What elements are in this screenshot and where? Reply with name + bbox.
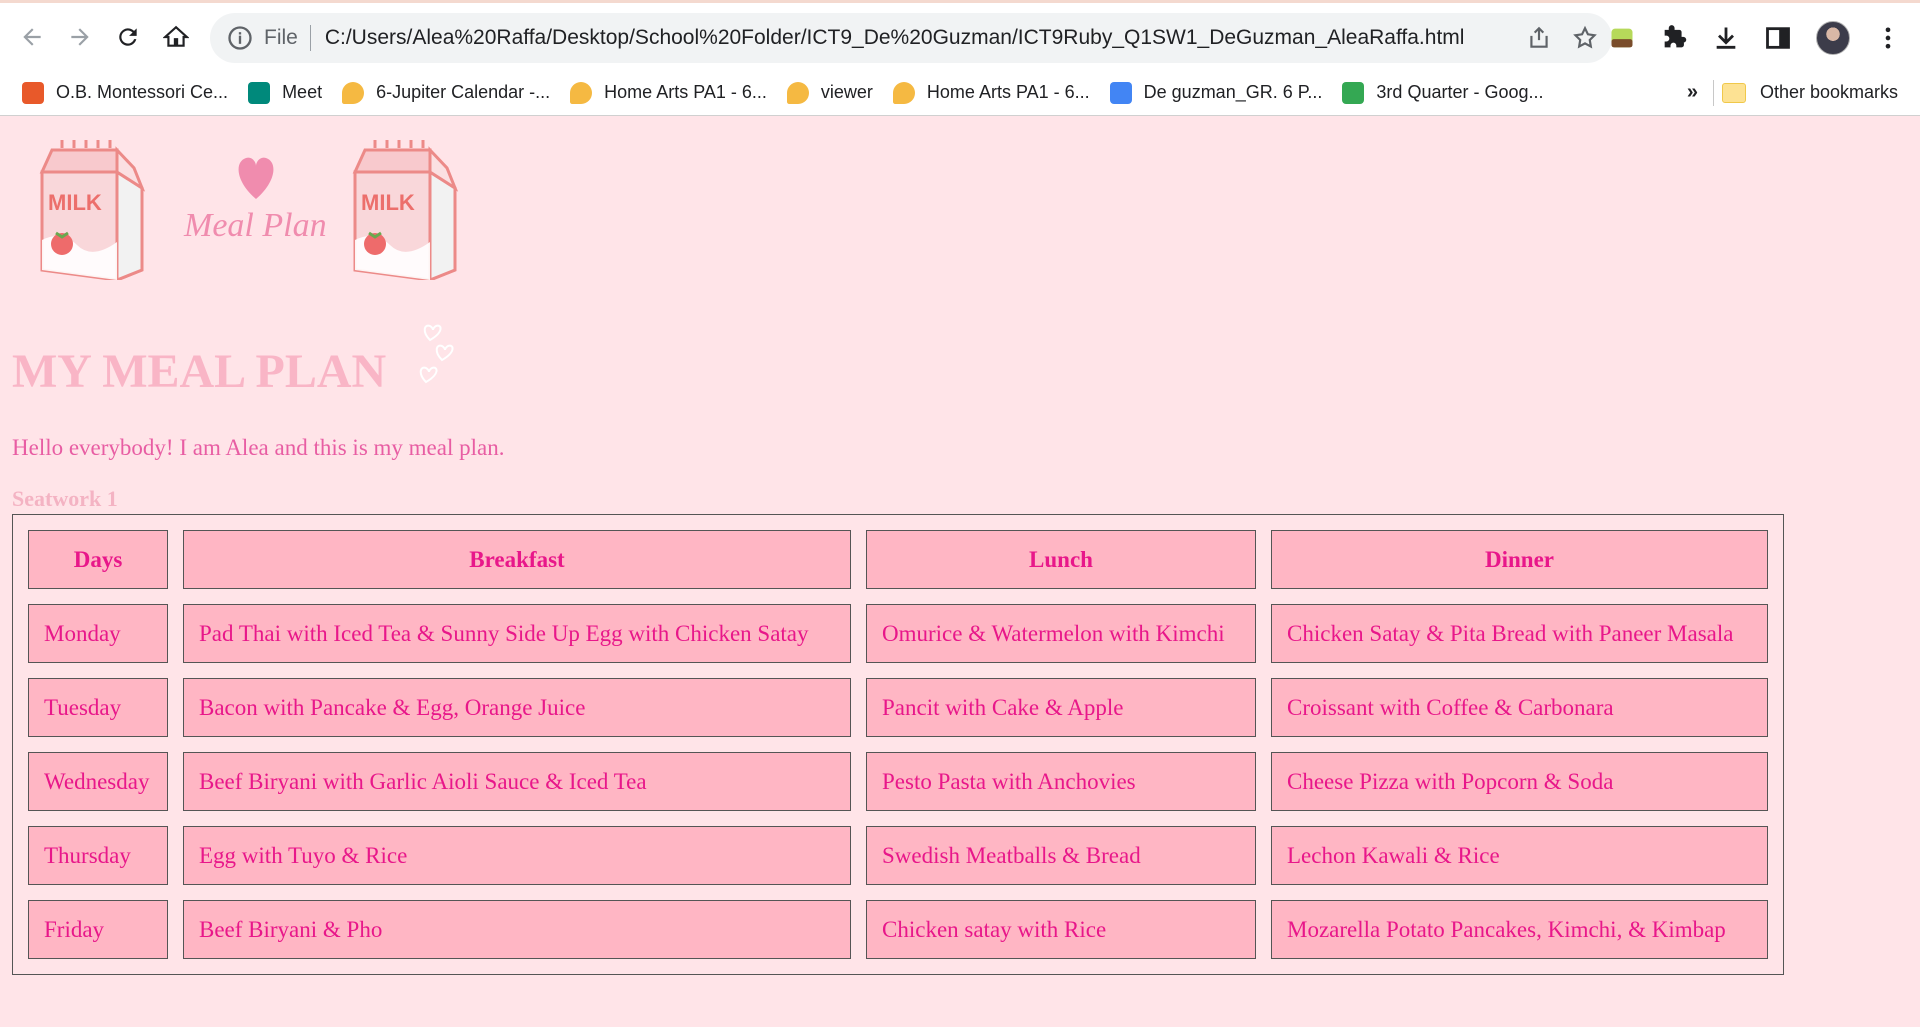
bookmark-label: Meet (282, 82, 323, 102)
docs-icon (1109, 81, 1132, 104)
dinner-cell: Croissant with Coffee & Carbonara (1271, 678, 1768, 737)
milk-carton-image: MILK (352, 140, 459, 280)
hearts-icon (419, 324, 454, 384)
back-button[interactable] (8, 13, 56, 61)
meal-plan-table: Days Breakfast Lunch Dinner Monday Pad T… (12, 514, 1784, 975)
banner: MILK Meal Plan MILK (12, 116, 1908, 286)
table-row: Tuesday Bacon with Pancake & Egg, Orange… (28, 678, 1768, 737)
meet-icon (248, 81, 271, 104)
kebab-menu-icon[interactable] (1874, 24, 1902, 52)
bookmark-item[interactable]: Home Arts PA1 - 6... (892, 81, 1090, 104)
bookmark-label: 6-Jupiter Calendar -... (376, 82, 551, 102)
dinner-cell: Lechon Kawali & Rice (1271, 826, 1768, 885)
bookmark-label: viewer (820, 82, 873, 102)
address-bar[interactable]: File C:/Users/Alea%20Raffa/Desktop/Schoo… (210, 13, 1612, 63)
bookmark-label: O.B. Montessori Ce... (56, 82, 229, 102)
breakfast-cell: Beef Biryani & Pho (183, 900, 851, 959)
bookmark-label: Home Arts PA1 - 6... (926, 82, 1090, 102)
breakfast-cell: Bacon with Pancake & Egg, Orange Juice (183, 678, 851, 737)
jupiter-icon (892, 81, 915, 104)
logo-text: Meal Plan (183, 207, 327, 244)
day-cell: Thursday (28, 826, 168, 885)
omnibox-actions (1526, 13, 1598, 63)
bookmark-item[interactable]: 6-Jupiter Calendar -... (342, 81, 551, 104)
header-days: Days (28, 530, 168, 589)
jupiter-icon (342, 81, 365, 104)
bookmark-item[interactable]: Home Arts PA1 - 6... (570, 81, 767, 104)
page-title: MY MEAL PLAN (12, 345, 387, 398)
header-dinner: Dinner (1271, 530, 1768, 589)
extension-app-icon[interactable] (1608, 24, 1636, 52)
browser-toolbar: File C:/Users/Alea%20Raffa/Desktop/Schoo… (0, 0, 1920, 70)
drive-icon (1342, 81, 1365, 104)
omnibox-divider (309, 25, 311, 51)
forward-button[interactable] (56, 13, 104, 61)
breakfast-cell: Beef Biryani with Garlic Aioli Sauce & I… (183, 752, 851, 811)
share-icon[interactable] (1526, 25, 1552, 51)
table-header-row: Days Breakfast Lunch Dinner (28, 530, 1768, 589)
arrow-right-icon (71, 27, 89, 46)
day-cell: Tuesday (28, 678, 168, 737)
bookmarks-bar: O.B. Montessori Ce... Meet 6-Jupiter Calen… (0, 70, 1920, 116)
lunch-cell: Pancit with Cake & Apple (866, 678, 1256, 737)
meal-plan-logo: Meal Plan (183, 157, 327, 244)
download-icon[interactable] (1712, 24, 1740, 52)
bookmark-label: 3rd Quarter - Goog... (1376, 82, 1544, 102)
bookmark-item[interactable]: 3rd Quarter - Goog... (1342, 81, 1544, 104)
bookmark-item[interactable]: De guzman_GR. 6 P... (1109, 81, 1323, 104)
reload-icon (119, 27, 137, 46)
folder-icon (1721, 82, 1746, 103)
profile-avatar[interactable] (1816, 21, 1850, 55)
lunch-cell: Pesto Pasta with Anchovies (866, 752, 1256, 811)
arrow-left-icon (23, 27, 41, 46)
bookmark-item[interactable]: O.B. Montessori Ce... (22, 81, 229, 104)
header-lunch: Lunch (866, 530, 1256, 589)
more-bookmarks-button[interactable]: » (1687, 81, 1698, 104)
seatwork-caption: Seatwork 1 (12, 486, 118, 511)
table-row: Wednesday Beef Biryani with Garlic Aioli… (28, 752, 1768, 811)
heading-row: MY MEAL PLAN (12, 286, 1908, 398)
day-cell: Friday (28, 900, 168, 959)
heart-icon (238, 157, 274, 199)
dinner-cell: Mozarella Potato Pancakes, Kimchi, & Kim… (1271, 900, 1768, 959)
bookmark-star-icon[interactable] (1572, 25, 1598, 51)
jupiter-icon (786, 81, 809, 104)
milk-carton-image: MILK (39, 140, 146, 280)
day-cell: Wednesday (28, 752, 168, 811)
bookmark-item[interactable]: Meet (248, 81, 323, 104)
dinner-cell: Chicken Satay & Pita Bread with Paneer M… (1271, 604, 1768, 663)
header-breakfast: Breakfast (183, 530, 851, 589)
bookmark-label: De guzman_GR. 6 P... (1143, 82, 1323, 102)
home-button[interactable] (152, 13, 200, 61)
carton-label: MILK (361, 190, 415, 215)
page-content: MILK Meal Plan MILK MY MEAL PLAN (0, 116, 1920, 398)
puzzle-icon[interactable] (1660, 24, 1688, 52)
lunch-cell: Chicken satay with Rice (866, 900, 1256, 959)
side-panel-icon[interactable] (1764, 24, 1792, 52)
toolbar-extensions (1608, 3, 1902, 73)
other-bookmarks-label: Other bookmarks (1759, 82, 1898, 102)
dinner-cell: Cheese Pizza with Popcorn & Soda (1271, 752, 1768, 811)
info-icon[interactable] (226, 24, 254, 52)
day-cell: Monday (28, 604, 168, 663)
lunch-cell: Omurice & Watermelon with Kimchi (866, 604, 1256, 663)
bookmark-item[interactable]: viewer (786, 81, 873, 104)
other-bookmarks-button[interactable]: Other bookmarks (1721, 82, 1898, 103)
intro-text: Hello everybody! I am Alea and this is m… (12, 435, 505, 460)
bookmarks-divider (1713, 79, 1714, 106)
table-row: Monday Pad Thai with Iced Tea & Sunny Si… (28, 604, 1768, 663)
reload-button[interactable] (104, 13, 152, 61)
breakfast-cell: Egg with Tuyo & Rice (183, 826, 851, 885)
montessori-icon (22, 81, 44, 104)
bookmark-label: Home Arts PA1 - 6... (604, 82, 767, 102)
url-text[interactable]: C:/Users/Alea%20Raffa/Desktop/School%20F… (325, 26, 1465, 50)
breakfast-cell: Pad Thai with Iced Tea & Sunny Side Up E… (183, 604, 851, 663)
home-icon (163, 25, 189, 47)
table-row: Friday Beef Biryani & Pho Chicken satay … (28, 900, 1768, 959)
jupiter-icon (570, 81, 593, 104)
carton-label: MILK (48, 190, 102, 215)
table-row: Thursday Egg with Tuyo & Rice Swedish Me… (28, 826, 1768, 885)
file-scheme-label: File (264, 26, 298, 49)
lunch-cell: Swedish Meatballs & Bread (866, 826, 1256, 885)
